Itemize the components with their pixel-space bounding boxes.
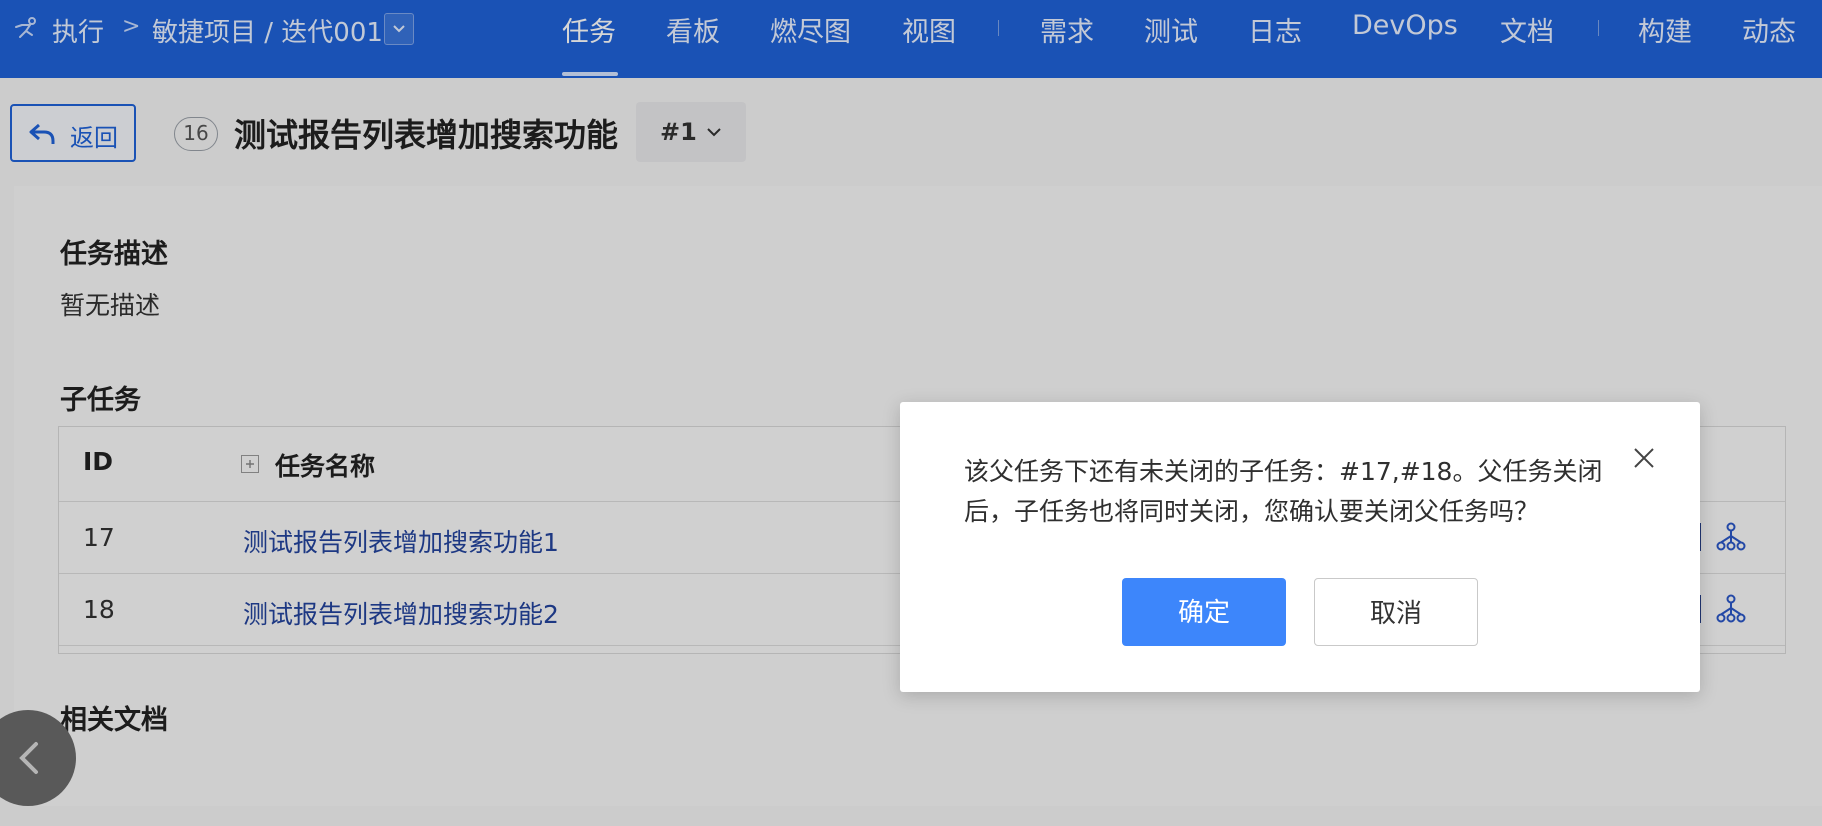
cancel-button-label: 取消 <box>1369 598 1422 628</box>
confirm-button-label: 确定 <box>1177 597 1230 627</box>
confirm-button[interactable]: 确定 <box>1122 578 1286 646</box>
cancel-button[interactable]: 取消 <box>1314 578 1478 646</box>
confirm-close-dialog: 该父任务下还有未关闭的子任务：#17,#18。父任务关闭后，子任务也将同时关闭，… <box>900 402 1700 692</box>
dialog-message: 该父任务下还有未关闭的子任务：#17,#18。父任务关闭后，子任务也将同时关闭，… <box>964 457 1603 526</box>
close-icon[interactable] <box>1632 446 1656 470</box>
